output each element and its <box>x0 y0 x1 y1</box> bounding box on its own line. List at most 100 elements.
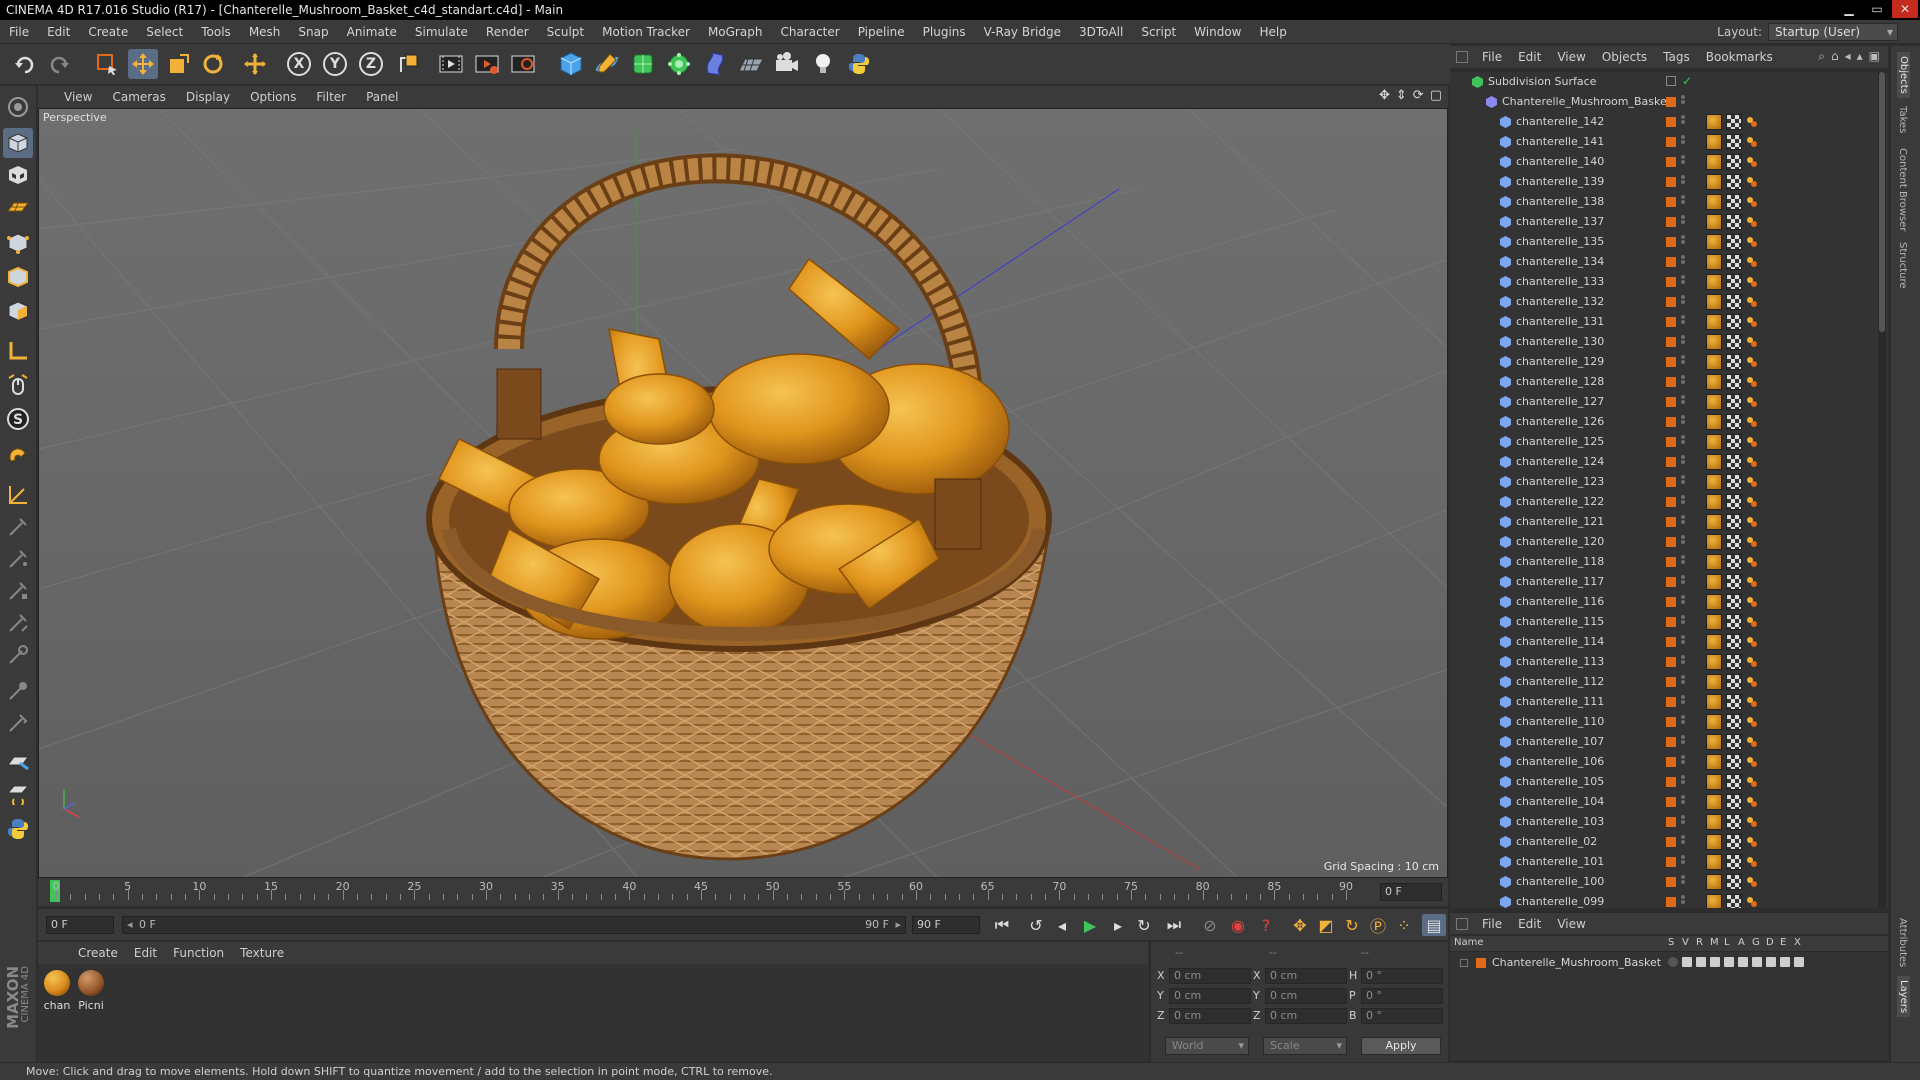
object-row[interactable]: chanterelle_126 <box>1450 412 1888 432</box>
key-pla-icon[interactable]: ⁘ <box>1392 914 1416 936</box>
pen-icon[interactable] <box>592 49 622 79</box>
layer-color-swatch[interactable] <box>1666 157 1676 167</box>
autokey-icon[interactable]: ◉ <box>1226 914 1250 936</box>
menu-motion-tracker[interactable]: Motion Tracker <box>593 20 699 44</box>
menu-character[interactable]: Character <box>771 20 848 44</box>
object-row[interactable]: chanterelle_134 <box>1450 252 1888 272</box>
object-name[interactable]: chanterelle_121 <box>1516 515 1604 528</box>
object-name[interactable]: chanterelle_123 <box>1516 475 1604 488</box>
phong-tag-icon[interactable] <box>1746 696 1758 708</box>
object-row[interactable]: chanterelle_110 <box>1450 712 1888 732</box>
phong-tag-icon[interactable] <box>1746 176 1758 188</box>
layer-column-a[interactable]: A <box>1738 937 1745 948</box>
range-right-arrow-icon[interactable]: ▸ <box>895 918 901 931</box>
material-tag-icon[interactable] <box>1706 294 1722 310</box>
rotate-icon[interactable] <box>198 49 228 79</box>
material-tag-icon[interactable] <box>1706 614 1722 630</box>
layer-color-swatch[interactable] <box>1666 837 1676 847</box>
phong-tag-icon[interactable] <box>1746 676 1758 688</box>
scale-icon[interactable] <box>164 49 194 79</box>
object-row[interactable]: chanterelle_125 <box>1450 432 1888 452</box>
visibility-dots[interactable] <box>1681 855 1685 869</box>
pan-icon[interactable]: ✥ <box>1379 88 1390 103</box>
texture-tag-icon[interactable] <box>1726 114 1742 130</box>
phong-tag-icon[interactable] <box>1746 516 1758 528</box>
phong-tag-icon[interactable] <box>1746 256 1758 268</box>
object-name[interactable]: chanterelle_100 <box>1516 875 1604 888</box>
object-row[interactable]: chanterelle_131 <box>1450 312 1888 332</box>
layer-row[interactable]: Chanterelle_Mushroom_Basket <box>1450 954 1888 972</box>
object-row[interactable]: chanterelle_139 <box>1450 172 1888 192</box>
next-key-icon[interactable]: ↻ <box>1132 914 1156 936</box>
layer-menu-view[interactable]: View <box>1549 917 1593 931</box>
tab-takes[interactable]: Takes <box>1897 106 1908 133</box>
redo-icon[interactable] <box>44 49 74 79</box>
locked-icon[interactable] <box>1724 957 1734 967</box>
object-row[interactable]: chanterelle_137 <box>1450 212 1888 232</box>
maximize-icon[interactable]: ▭ <box>1864 0 1890 18</box>
object-name[interactable]: chanterelle_103 <box>1516 815 1604 828</box>
tweak-mode-icon[interactable] <box>3 370 33 400</box>
visibility-dots[interactable] <box>1681 435 1685 449</box>
phong-tag-icon[interactable] <box>1746 716 1758 728</box>
phong-tag-icon[interactable] <box>1746 556 1758 568</box>
tab-attributes[interactable]: Attributes <box>1897 918 1908 967</box>
material-tag-icon[interactable] <box>1706 774 1722 790</box>
visibility-dots[interactable] <box>1681 515 1685 529</box>
layer-color-swatch[interactable] <box>1666 697 1676 707</box>
material-tag-icon[interactable] <box>1706 874 1722 890</box>
python-script-icon[interactable] <box>3 814 33 844</box>
object-list-scrollbar[interactable] <box>1878 72 1886 908</box>
object-name[interactable]: chanterelle_115 <box>1516 615 1604 628</box>
start-frame-field[interactable]: 0 F <box>46 916 114 934</box>
phong-tag-icon[interactable] <box>1746 236 1758 248</box>
phong-tag-icon[interactable] <box>1746 196 1758 208</box>
material-tag-icon[interactable] <box>1706 594 1722 610</box>
object-row[interactable]: chanterelle_130 <box>1450 332 1888 352</box>
object-row[interactable]: chanterelle_133 <box>1450 272 1888 292</box>
viewport-menu-display[interactable]: Display <box>176 90 240 104</box>
material-tag-icon[interactable] <box>1706 854 1722 870</box>
layer-color-swatch[interactable] <box>1666 857 1676 867</box>
size-mode-dropdown[interactable]: Scale <box>1263 1037 1347 1055</box>
object-name[interactable]: chanterelle_116 <box>1516 595 1604 608</box>
material-tag-icon[interactable] <box>1706 194 1722 210</box>
texture-tag-icon[interactable] <box>1726 614 1742 630</box>
visibility-dots[interactable] <box>1681 655 1685 669</box>
object-name[interactable]: chanterelle_120 <box>1516 535 1604 548</box>
tab-structure[interactable]: Structure <box>1897 242 1908 289</box>
texture-tag-icon[interactable] <box>1726 714 1742 730</box>
brush-tool-7-icon[interactable] <box>3 708 33 738</box>
texture-tag-icon[interactable] <box>1726 194 1742 210</box>
phong-tag-icon[interactable] <box>1746 836 1758 848</box>
visibility-dots[interactable] <box>1681 395 1685 409</box>
python-icon[interactable] <box>844 49 874 79</box>
visibility-dots[interactable] <box>1681 795 1685 809</box>
apply-button[interactable]: Apply <box>1361 1037 1441 1055</box>
texture-tag-icon[interactable] <box>1726 834 1742 850</box>
texture-tag-icon[interactable] <box>1726 434 1742 450</box>
phong-tag-icon[interactable] <box>1746 336 1758 348</box>
object-menu-view[interactable]: View <box>1549 50 1593 64</box>
visibility-dots[interactable] <box>1681 755 1685 769</box>
material-tag-icon[interactable] <box>1706 494 1722 510</box>
object-row[interactable]: chanterelle_107 <box>1450 732 1888 752</box>
visibility-dots[interactable] <box>1681 95 1685 109</box>
object-name[interactable]: chanterelle_134 <box>1516 255 1604 268</box>
material-tag-icon[interactable] <box>1706 834 1722 850</box>
layer-color-swatch[interactable] <box>1666 777 1676 787</box>
visibility-dots[interactable] <box>1681 215 1685 229</box>
enable-check-icon[interactable]: ✓ <box>1682 74 1692 88</box>
texture-tag-icon[interactable] <box>1726 814 1742 830</box>
phong-tag-icon[interactable] <box>1746 116 1758 128</box>
object-name[interactable]: chanterelle_137 <box>1516 215 1604 228</box>
phong-tag-icon[interactable] <box>1746 396 1758 408</box>
object-name[interactable]: Chanterelle_Mushroom_Basket <box>1502 95 1671 108</box>
texture-tag-icon[interactable] <box>1726 874 1742 890</box>
locked-workplane-icon[interactable] <box>3 480 33 510</box>
visibility-dots[interactable] <box>1681 315 1685 329</box>
navigate-up-icon[interactable]: ▴ <box>1857 49 1863 64</box>
texture-tag-icon[interactable] <box>1726 374 1742 390</box>
tab-objects[interactable]: Objects <box>1897 52 1910 98</box>
texture-tag-icon[interactable] <box>1726 154 1742 170</box>
